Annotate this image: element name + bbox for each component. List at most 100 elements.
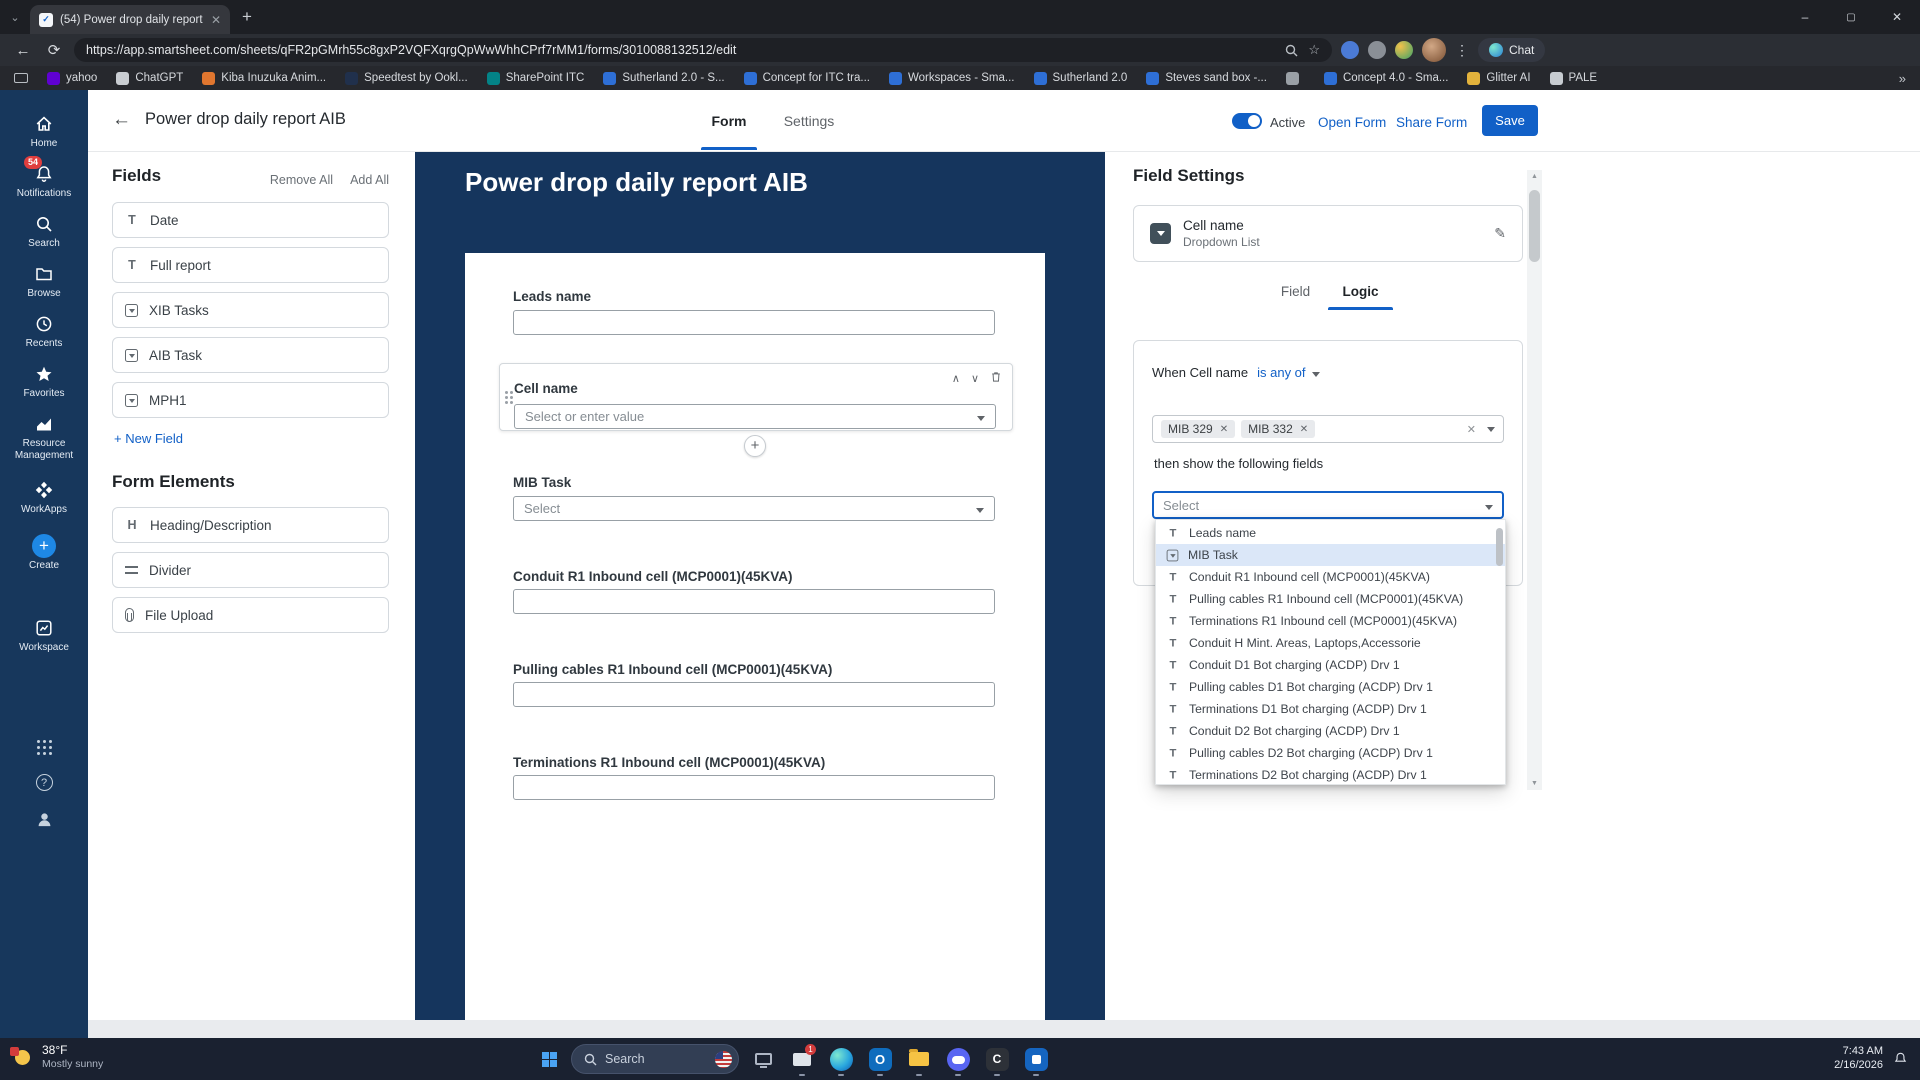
dropdown-option[interactable]: Conduit D2 Bot charging (ACDP) Drv 1 [1156, 720, 1505, 742]
drag-handle-icon[interactable] [505, 391, 508, 394]
mib-task-select[interactable]: Select [513, 496, 995, 521]
mail-app-icon[interactable]: 1 [787, 1042, 817, 1076]
save-button[interactable]: Save [1482, 105, 1538, 136]
value-chip[interactable]: MIB 332 [1241, 420, 1315, 438]
tab-search-icon[interactable] [0, 11, 30, 24]
bookmark-star-icon[interactable] [1308, 42, 1320, 58]
file-explorer-icon[interactable] [904, 1042, 934, 1076]
edge-icon[interactable] [826, 1042, 856, 1076]
bookmark-item[interactable]: Glitter AI [1467, 72, 1530, 85]
dropdown-option[interactable]: Conduit H Mint. Areas, Laptops,Accessori… [1156, 632, 1505, 654]
bookmark-item[interactable]: Speedtest by Ookl... [345, 72, 468, 85]
profile-avatar[interactable] [1422, 38, 1446, 62]
tab-close-icon[interactable] [211, 13, 221, 27]
tab-field[interactable]: Field [1263, 274, 1328, 308]
bookmark-item[interactable]: Sutherland 2.0 [1034, 72, 1128, 85]
app-icon-blue[interactable] [1021, 1042, 1051, 1076]
condition-dropdown[interactable]: is any of [1257, 365, 1319, 380]
dropdown-option[interactable]: Leads name [1156, 522, 1505, 544]
dropdown-option[interactable]: Conduit R1 Inbound cell (MCP0001)(45KVA) [1156, 566, 1505, 588]
field-list-item[interactable]: Date [112, 202, 389, 238]
remove-all-link[interactable]: Remove All [270, 173, 333, 187]
sidebar-item-workspace[interactable]: Workspace [0, 616, 88, 654]
chevron-down-icon[interactable] [1487, 423, 1495, 435]
device-app-icon[interactable] [748, 1042, 778, 1076]
bookmark-item[interactable] [1286, 72, 1305, 85]
field-list-item[interactable]: MPH1 [112, 382, 389, 418]
device-bookmark-icon[interactable] [14, 73, 28, 83]
bookmark-item[interactable]: yahoo [47, 72, 97, 85]
conduit-input[interactable] [513, 589, 995, 614]
edit-field-icon[interactable] [1494, 225, 1506, 242]
form-element-item[interactable]: File Upload [112, 597, 389, 633]
sidebar-item-notifications[interactable]: 54 Notifications [0, 162, 88, 200]
tab-form[interactable]: Form [704, 90, 754, 151]
back-button[interactable] [112, 109, 131, 131]
browser-tab[interactable]: (54) Power drop daily report AIB - [30, 5, 230, 34]
address-bar[interactable]: https://app.smartsheet.com/sheets/qFR2pG… [74, 38, 1332, 62]
window-close-button[interactable] [1874, 0, 1920, 34]
form-element-item[interactable]: Divider [112, 552, 389, 588]
add-field-button[interactable] [744, 435, 766, 457]
terminations-input[interactable] [513, 775, 995, 800]
bookmarks-overflow-icon[interactable] [1899, 71, 1906, 86]
help-icon[interactable] [0, 774, 88, 791]
dropdown-option[interactable]: Terminations D1 Bot charging (ACDP) Drv … [1156, 698, 1505, 720]
browser-menu-icon[interactable] [1455, 42, 1469, 59]
bookmark-item[interactable]: PALE [1550, 72, 1598, 85]
field-list-item[interactable]: Full report [112, 247, 389, 283]
chevron-down-icon[interactable] [1485, 498, 1493, 513]
selected-field-card[interactable]: Cell name Dropdown List [1133, 205, 1523, 262]
bookmark-item[interactable]: SharePoint ITC [487, 72, 585, 85]
new-tab-button[interactable] [242, 7, 252, 27]
bookmark-item[interactable]: ChatGPT [116, 72, 183, 85]
sidebar-item-search[interactable]: Search [0, 212, 88, 250]
share-form-link[interactable]: Share Form [1396, 115, 1467, 130]
sidebar-item-home[interactable]: Home [0, 112, 88, 150]
bookmark-item[interactable]: Steves sand box -... [1146, 72, 1267, 85]
delete-field-icon[interactable] [990, 370, 1002, 386]
notification-bell-icon[interactable] [1893, 1051, 1908, 1066]
add-all-link[interactable]: Add All [350, 173, 389, 187]
form-element-item[interactable]: Heading/Description [112, 507, 389, 543]
bookmark-item[interactable]: Workspaces - Sma... [889, 72, 1015, 85]
window-maximize-button[interactable] [1828, 0, 1874, 34]
tab-logic[interactable]: Logic [1328, 274, 1393, 308]
dropdown-scrollbar[interactable] [1496, 528, 1503, 566]
tab-settings[interactable]: Settings [778, 90, 840, 151]
app-icon-dark[interactable]: C [982, 1042, 1012, 1076]
condition-values-input[interactable]: MIB 329 MIB 332 [1152, 415, 1504, 443]
scrollbar-thumb[interactable] [1529, 190, 1540, 262]
chat-button[interactable]: Chat [1478, 38, 1545, 62]
browser-back-button[interactable] [12, 42, 34, 59]
value-chip[interactable]: MIB 329 [1161, 420, 1235, 438]
start-button[interactable] [536, 1042, 562, 1076]
cell-name-select[interactable]: Select or enter value [514, 404, 996, 429]
panel-scrollbar[interactable] [1527, 170, 1542, 790]
sidebar-item-workapps[interactable]: WorkApps [0, 478, 88, 516]
dropdown-option[interactable]: Pulling cables D1 Bot charging (ACDP) Dr… [1156, 676, 1505, 698]
active-toggle[interactable] [1232, 113, 1262, 129]
window-minimize-button[interactable] [1782, 0, 1828, 34]
move-down-icon[interactable] [971, 372, 979, 385]
sidebar-item-resource-management[interactable]: Resource Management [0, 412, 88, 462]
dropdown-option[interactable]: Pulling cables R1 Inbound cell (MCP0001)… [1156, 588, 1505, 610]
leads-name-input[interactable] [513, 310, 995, 335]
dropdown-option[interactable]: Pulling cables D2 Bot charging (ACDP) Dr… [1156, 742, 1505, 764]
weather-widget[interactable]: 38°F Mostly sunny [10, 1043, 103, 1070]
new-field-link[interactable]: + New Field [114, 431, 389, 446]
taskbar-search[interactable]: Search [571, 1044, 739, 1074]
pulling-cables-input[interactable] [513, 682, 995, 707]
show-fields-select[interactable]: Select [1152, 491, 1504, 519]
move-up-icon[interactable] [952, 372, 960, 385]
discord-icon[interactable] [943, 1042, 973, 1076]
sidebar-item-create[interactable]: Create [0, 534, 88, 572]
bookmark-item[interactable]: Concept 4.0 - Sma... [1324, 72, 1448, 85]
extension-icon[interactable] [1341, 41, 1359, 59]
bookmark-item[interactable]: Sutherland 2.0 - S... [603, 72, 724, 85]
selected-field-block[interactable]: Cell name Select or enter value [499, 363, 1013, 431]
field-list-item[interactable]: AIB Task [112, 337, 389, 373]
outlook-icon[interactable]: O [865, 1042, 895, 1076]
dropdown-option[interactable]: MIB Task [1156, 544, 1505, 566]
field-list-item[interactable]: XIB Tasks [112, 292, 389, 328]
